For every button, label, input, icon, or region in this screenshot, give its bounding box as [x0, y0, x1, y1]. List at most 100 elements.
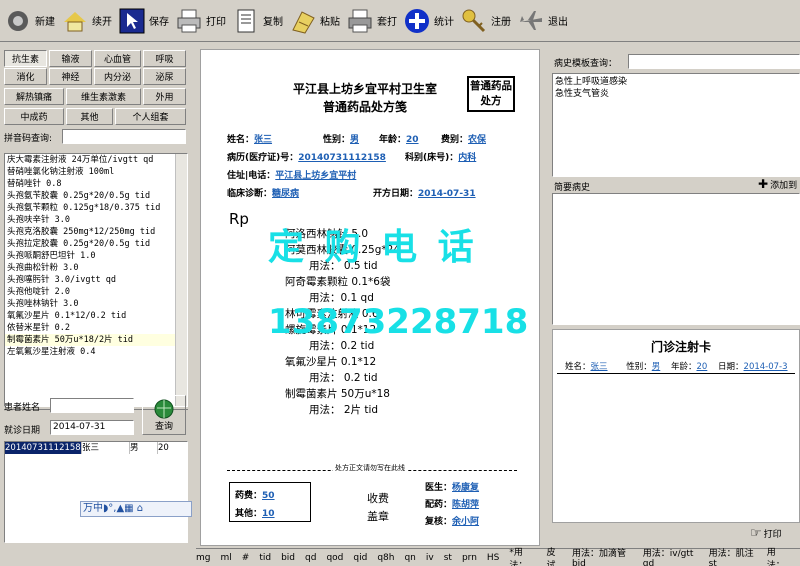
- category-personal-set[interactable]: 个人组套: [115, 108, 186, 125]
- new-button[interactable]: 新建: [4, 3, 55, 39]
- list-item[interactable]: 头孢克洛胶囊 250mg*12/250mg tid: [5, 226, 187, 238]
- list-item[interactable]: 头孢曲松针粉 3.0: [5, 262, 187, 274]
- print-card-button[interactable]: ☞ 打印: [750, 526, 782, 541]
- query-button[interactable]: 查询: [142, 395, 186, 435]
- copy-button[interactable]: 复制: [232, 3, 283, 39]
- category-digestive[interactable]: 消化: [4, 68, 47, 85]
- usage-shortcut[interactable]: qod: [326, 553, 343, 563]
- patient-name-label: 患者姓名: [4, 403, 41, 413]
- record-list[interactable]: 20140731112158 张三 男 20: [4, 441, 188, 543]
- ime-bar[interactable]: 万中◗°,▲▦ ⌂: [80, 501, 192, 517]
- list-item[interactable]: 头孢呋辛针 3.0: [5, 214, 187, 226]
- list-item[interactable]: 头孢唑林钠针 3.0: [5, 298, 187, 310]
- usage-shortcut[interactable]: 用法：肌注 st: [709, 546, 757, 566]
- usage-shortcut[interactable]: *用法：: [509, 545, 536, 566]
- usage-shortcut[interactable]: ml: [220, 553, 231, 563]
- template-print-button[interactable]: 套打: [346, 3, 397, 39]
- list-item[interactable]: 急性上呼吸道感染: [555, 76, 797, 88]
- usage-shortcut[interactable]: st: [444, 553, 452, 563]
- paste-button[interactable]: 粘贴: [289, 3, 340, 39]
- patient-name-input[interactable]: [50, 398, 134, 413]
- history-panel: 病史模板查询： 急性上呼吸道感染 急性支气管炎 简要病史 ✚ 添加到 门诊注射卡 …: [546, 43, 800, 548]
- list-item[interactable]: 制霉菌素片 50万u*18/2片 tid: [5, 334, 187, 346]
- collect-label: 收费: [367, 492, 389, 505]
- scrollbar[interactable]: [175, 154, 187, 406]
- list-item[interactable]: 头孢哌酮舒巴坦针 1.0: [5, 250, 187, 262]
- fee-type: 农保: [468, 135, 487, 145]
- rx-usage: 用法： 2片 tid: [309, 404, 379, 416]
- continue-button[interactable]: 续开: [61, 3, 112, 39]
- prescription-paper: 平江县上坊乡宜平村卫生室 普通药品处方笺 普通药品处方 姓名：张三 性别：男 年…: [200, 49, 540, 546]
- key-icon: [460, 7, 488, 35]
- template-list[interactable]: 急性上呼吸道感染 急性支气管炎: [552, 73, 800, 177]
- usage-shortcut[interactable]: HS: [487, 553, 499, 563]
- list-item[interactable]: 氧氟沙星片 0.1*12/0.2 tid: [5, 310, 187, 322]
- record-number: 20140731112158: [298, 153, 386, 163]
- print-button[interactable]: 打印: [175, 3, 226, 39]
- category-other[interactable]: 其他: [66, 108, 113, 125]
- usage-shortcut[interactable]: 用法：iv/gtt qd: [643, 546, 699, 566]
- usage-shortcut[interactable]: qid: [353, 553, 367, 563]
- drug-fee: 50: [262, 491, 275, 501]
- category-respiratory[interactable]: 呼吸: [143, 50, 186, 67]
- usage-shortcut[interactable]: iv: [426, 553, 434, 563]
- category-infusion[interactable]: 输液: [49, 50, 92, 67]
- list-item[interactable]: 庆大霉素注射液 24万单位/ivgtt qd: [5, 154, 187, 166]
- list-item[interactable]: 头孢氨苄胶囊 0.25g*20/0.5g tid: [5, 190, 187, 202]
- usage-shortcut[interactable]: qn: [404, 553, 415, 563]
- category-cardio[interactable]: 心血管: [94, 50, 141, 67]
- template-input[interactable]: [628, 54, 800, 69]
- patient-age: 20: [406, 135, 419, 145]
- category-analgesic[interactable]: 解热镇痛: [4, 88, 64, 105]
- template-label: 病史模板查询：: [554, 59, 618, 69]
- app-window: 新建 续开 保存 打印 复制 粘贴 套打 统计 注册 退出 抗生素 输液 心血管…: [0, 0, 800, 566]
- rp-label: Rp: [229, 210, 249, 228]
- exit-button[interactable]: 退出: [517, 3, 568, 39]
- pinyin-input[interactable]: [62, 129, 186, 144]
- list-item[interactable]: 头孢噻肟针 3.0/ivgtt qd: [5, 274, 187, 286]
- plus-icon: ✚: [758, 177, 769, 191]
- category-chinese[interactable]: 中成药: [4, 108, 64, 125]
- add-button[interactable]: ✚ 添加到: [758, 177, 797, 191]
- category-antibiotic[interactable]: 抗生素: [4, 50, 47, 67]
- card-title: 门诊注射卡: [651, 340, 712, 354]
- stats-button[interactable]: 统计: [403, 3, 454, 39]
- divider-label: 处方正文请勿写在此线: [333, 463, 407, 473]
- history-textarea[interactable]: [552, 193, 800, 325]
- usage-shortcut[interactable]: tid: [259, 553, 271, 563]
- usage-shortcut[interactable]: prn: [462, 553, 477, 563]
- visit-date-input[interactable]: 2014-07-31: [50, 420, 134, 435]
- usage-shortcut[interactable]: q8h: [377, 553, 394, 563]
- category-endocrine[interactable]: 内分泌: [94, 68, 141, 85]
- toolbar: 新建 续开 保存 打印 复制 粘贴 套打 统计 注册 退出: [0, 0, 800, 42]
- visit-date-label: 就诊日期: [4, 426, 41, 436]
- list-item[interactable]: 左氧氟沙星注射液 0.4: [5, 346, 187, 358]
- list-item[interactable]: 依替米星针 0.2: [5, 322, 187, 334]
- department: 内科: [458, 153, 477, 163]
- usage-shortcut[interactable]: qd: [305, 553, 316, 563]
- category-nerve[interactable]: 神经: [49, 68, 92, 85]
- save-button[interactable]: 保存: [118, 3, 169, 39]
- list-item[interactable]: 头孢拉定胶囊 0.25g*20/0.5g tid: [5, 238, 187, 250]
- printer-icon: [175, 7, 203, 35]
- table-row[interactable]: 20140731112158 张三 男 20: [5, 442, 187, 454]
- usage-shortcut[interactable]: 皮试: [546, 545, 561, 566]
- list-item[interactable]: 急性支气管炎: [555, 88, 797, 100]
- list-item[interactable]: 头孢氨苄颗粒 0.125g*18/0.375 tid: [5, 202, 187, 214]
- usage-shortcut[interactable]: bid: [281, 553, 295, 563]
- register-button[interactable]: 注册: [460, 3, 511, 39]
- drug-list[interactable]: 庆大霉素注射液 24万单位/ivgtt qd 替硝唑氯化钠注射液 100ml 替硝唑…: [4, 153, 188, 407]
- new-icon: [4, 7, 32, 35]
- usage-shortcut[interactable]: #: [242, 553, 250, 563]
- prescription-date: 2014-07-31: [418, 189, 476, 199]
- patient-gender: 男: [350, 135, 360, 145]
- category-external[interactable]: 外用: [143, 88, 186, 105]
- usage-shortcut[interactable]: mg: [196, 553, 210, 563]
- category-vitamin[interactable]: 维生素激素: [66, 88, 141, 105]
- usage-shortcut[interactable]: 用法：加滴管 bid: [572, 546, 633, 566]
- list-item[interactable]: 替硝唑氯化钠注射液 100ml: [5, 166, 187, 178]
- list-item[interactable]: 替硝唑针 0.8: [5, 178, 187, 190]
- list-item[interactable]: 头孢他啶针 2.0: [5, 286, 187, 298]
- category-urinary[interactable]: 泌尿: [143, 68, 186, 85]
- usage-shortcut[interactable]: 用法：: [767, 545, 790, 566]
